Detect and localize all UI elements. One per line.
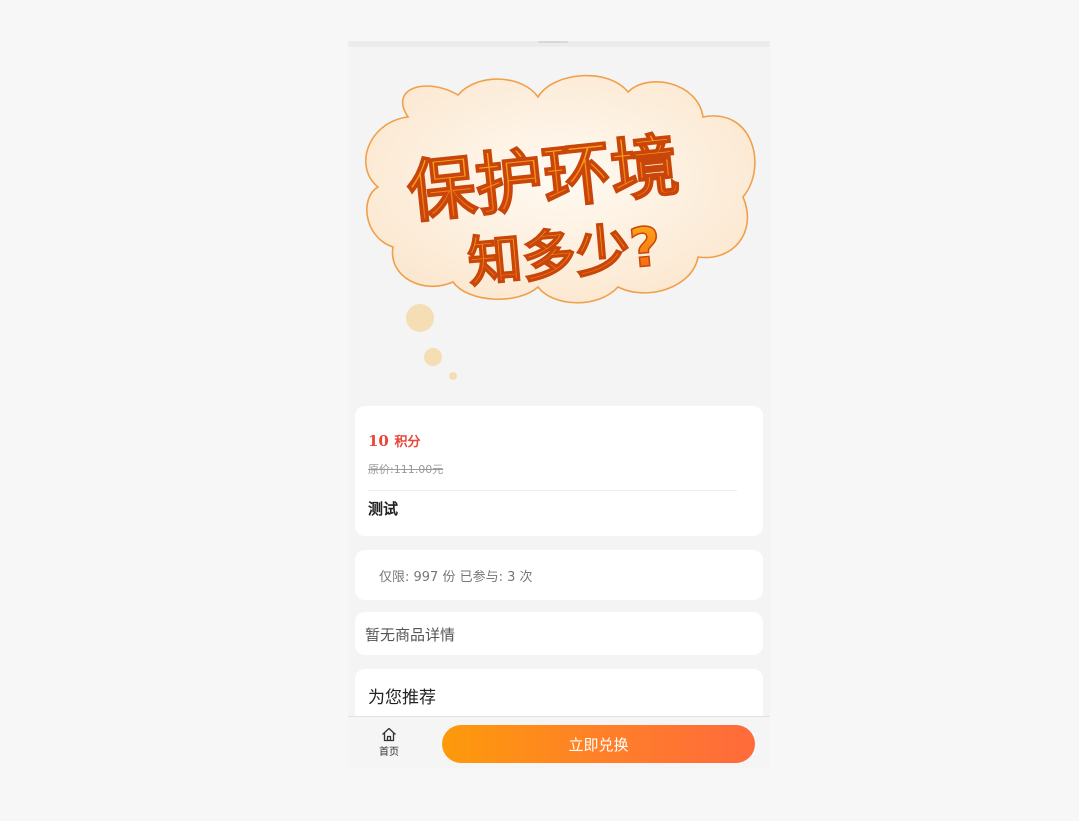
notch <box>538 41 568 43</box>
home-label: 首页 <box>379 747 399 758</box>
bubble <box>424 348 442 366</box>
exchange-button[interactable]: 立即兑换 <box>442 725 755 763</box>
bottom-tabbar: 首页 立即兑换 <box>348 716 770 768</box>
divider <box>368 490 737 491</box>
home-tab[interactable]: 首页 <box>374 727 404 761</box>
detail-card: 暂无商品详情 <box>355 612 763 655</box>
points-unit: 积分 <box>394 435 421 450</box>
stock-card: 仅限: 997 份 已参与: 3 次 <box>355 550 763 600</box>
detail-text: 暂无商品详情 <box>365 626 456 644</box>
bubble <box>449 372 457 380</box>
product-banner: 保护环境 知多少? <box>348 47 770 405</box>
points-value: 10 <box>368 432 389 450</box>
stock-text: 仅限: 997 份 已参与: 3 次 <box>379 570 533 585</box>
recommend-title: 为您推荐 <box>368 688 436 708</box>
bubble <box>406 304 434 332</box>
original-price: 原价:111.00元 <box>368 463 444 476</box>
home-icon <box>382 727 396 742</box>
product-name: 测试 <box>368 500 399 518</box>
banner-image: 保护环境 知多少? <box>365 74 756 380</box>
phone-screen: 保护环境 知多少? 10 积分 原价:111.00元 测试 仅限: 997 份 … <box>348 41 770 768</box>
points-price: 10 积分 <box>368 431 420 450</box>
price-card: 10 积分 原价:111.00元 测试 <box>355 406 763 536</box>
